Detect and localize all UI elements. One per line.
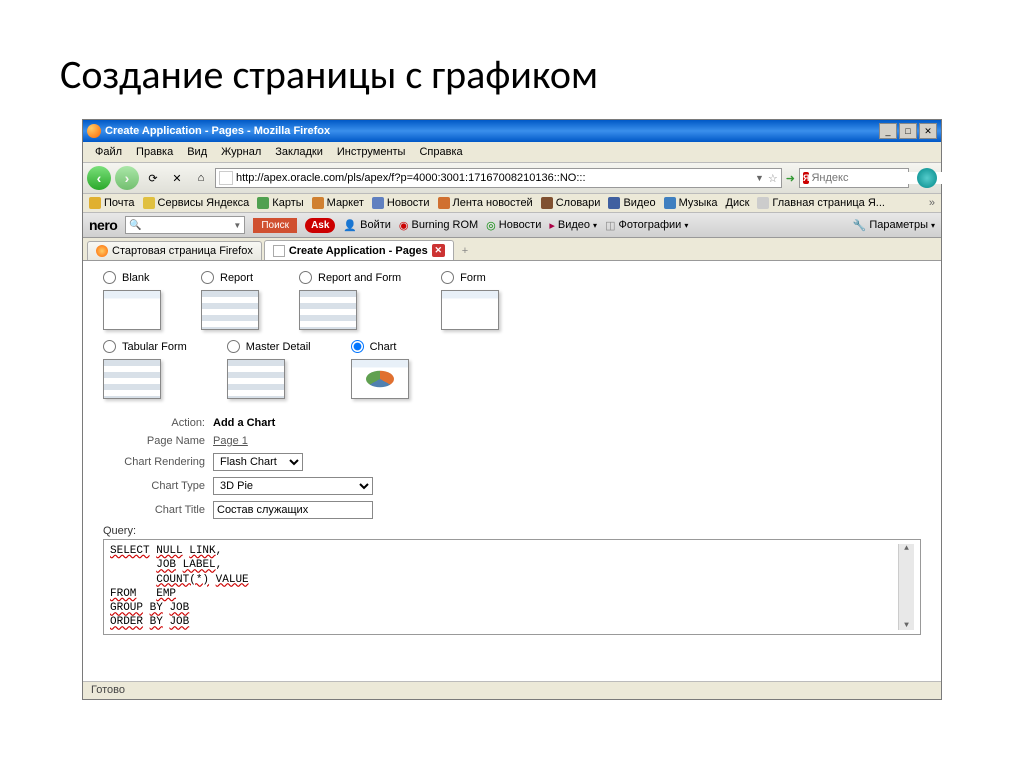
label-action: Action: [103,417,213,429]
thumb-master-detail [227,359,285,399]
menu-help[interactable]: Справка [413,144,468,160]
forward-button[interactable]: › [115,166,139,190]
go-button[interactable]: ➜ [786,172,795,185]
nero-photos[interactable]: ◫Фотографии▾ [605,219,688,232]
nero-search[interactable]: 🔍 ▼ [125,216,245,234]
nero-video[interactable]: ▸Видео▾ [549,219,597,232]
nero-burning[interactable]: ◉Burning ROM [399,219,478,232]
page-content: Blank Report Report and Form Form Tabula… [83,261,941,681]
bookmark-yandex-services[interactable]: Сервисы Яндекса [143,197,250,209]
bookmark-market[interactable]: Маркет [312,197,364,209]
thumb-tabular [103,359,161,399]
close-tab-button[interactable]: ✕ [432,244,445,257]
nero-ask-badge: Ask [305,218,335,233]
bookmarks-toolbar: Почта Сервисы Яндекса Карты Маркет Новос… [83,194,941,213]
window-titlebar: Create Application - Pages - Mozilla Fir… [83,120,941,142]
menu-bar: Файл Правка Вид Журнал Закладки Инструме… [83,142,941,163]
search-bar[interactable]: Я [799,168,909,188]
nero-search-button[interactable]: Поиск [253,218,297,233]
bookmark-disk[interactable]: Диск [726,197,750,209]
thumb-blank [103,290,161,330]
nero-news[interactable]: ◎Новости [486,219,541,232]
radio-master-detail[interactable]: Master Detail [227,340,311,353]
menu-view[interactable]: Вид [181,144,213,160]
home-button[interactable]: ⌂ [191,168,211,188]
label-pagename: Page Name [103,435,213,447]
bookmark-news-feed[interactable]: Лента новостей [438,197,533,209]
bookmark-maps[interactable]: Карты [257,197,303,209]
maximize-button[interactable]: □ [899,123,917,139]
tab-firefox-start[interactable]: Стартовая страница Firefox [87,241,262,260]
radio-report-form[interactable]: Report and Form [299,271,401,284]
bookmark-star-icon[interactable]: ☆ [768,172,778,185]
select-rendering[interactable]: Flash Chart [213,453,303,471]
nav-toolbar: ‹ › ⟳ ✕ ⌂ ▼ ☆ ➜ Я [83,163,941,194]
bookmark-music[interactable]: Музыка [664,197,718,209]
menu-file[interactable]: Файл [89,144,128,160]
input-charttitle[interactable] [213,501,373,519]
stop-button[interactable]: ✕ [167,168,187,188]
label-charttype: Chart Type [103,480,213,492]
url-input[interactable] [236,172,755,184]
reload-button[interactable]: ⟳ [143,168,163,188]
dropdown-icon[interactable]: ▼ [755,173,764,183]
radio-report[interactable]: Report [201,271,259,284]
minimize-button[interactable]: _ [879,123,897,139]
new-tab-button[interactable]: + [456,242,474,260]
yandex-icon: Я [803,172,809,184]
menu-edit[interactable]: Правка [130,144,179,160]
page-type-row2: Tabular Form Master Detail Chart [103,340,921,399]
nero-login[interactable]: 👤Войти [343,219,391,232]
bookmark-news[interactable]: Новости [372,197,430,209]
site-icon [219,171,233,185]
browser-window: Create Application - Pages - Mozilla Fir… [82,119,942,700]
close-window-button[interactable]: ✕ [919,123,937,139]
query-text[interactable]: SELECT NULL LINK, JOB LABEL, COUNT(*) VA… [110,544,898,630]
menu-tools[interactable]: Инструменты [331,144,412,160]
label-charttitle: Chart Title [103,504,213,516]
status-bar: Готово [83,681,941,699]
query-editor[interactable]: SELECT NULL LINK, JOB LABEL, COUNT(*) VA… [103,539,921,635]
bookmark-yandex-home[interactable]: Главная страница Я... [757,197,885,209]
radio-blank[interactable]: Blank [103,271,161,284]
thumb-form [441,290,499,330]
qip-icon[interactable] [917,168,937,188]
address-bar[interactable]: ▼ ☆ [215,168,782,188]
firefox-tab-icon [96,245,108,257]
thumb-report-form [299,290,357,330]
select-charttype[interactable]: 3D Pie [213,477,373,495]
status-text: Готово [91,684,125,696]
bookmark-dicts[interactable]: Словари [541,197,601,209]
tab-create-application[interactable]: Create Application - Pages ✕ [264,240,454,260]
radio-tabular[interactable]: Tabular Form [103,340,187,353]
menu-history[interactable]: Журнал [215,144,267,160]
window-title: Create Application - Pages - Mozilla Fir… [105,125,879,137]
tab-bar: Стартовая страница Firefox Create Applic… [83,238,941,261]
menu-bookmarks[interactable]: Закладки [269,144,329,160]
bookmarks-overflow[interactable]: » [929,197,935,209]
nero-params[interactable]: 🔧Параметры▾ [853,219,935,232]
label-rendering: Chart Rendering [103,456,213,468]
label-query: Query: [103,525,921,537]
value-action: Add a Chart [213,417,275,429]
firefox-icon [87,124,101,138]
search-icon: 🔍 [129,220,141,231]
page-type-row1: Blank Report Report and Form Form [103,271,921,330]
query-scrollbar[interactable]: ▲▼ [898,544,914,630]
thumb-chart [351,359,409,399]
nero-search-dropdown-icon[interactable]: ▼ [233,221,241,230]
nero-logo: nero [89,217,117,233]
thumb-report [201,290,259,330]
radio-form[interactable]: Form [441,271,499,284]
radio-chart[interactable]: Chart [351,340,409,353]
nero-toolbar: nero 🔍 ▼ Поиск Ask 👤Войти ◉Burning ROM ◎… [83,213,941,238]
page-tab-icon [273,245,285,257]
bookmark-mail[interactable]: Почта [89,197,135,209]
bookmark-video[interactable]: Видео [608,197,655,209]
slide-title: Создание страницы с графиком [0,0,1024,119]
back-button[interactable]: ‹ [87,166,111,190]
link-pagename[interactable]: Page 1 [213,435,248,447]
